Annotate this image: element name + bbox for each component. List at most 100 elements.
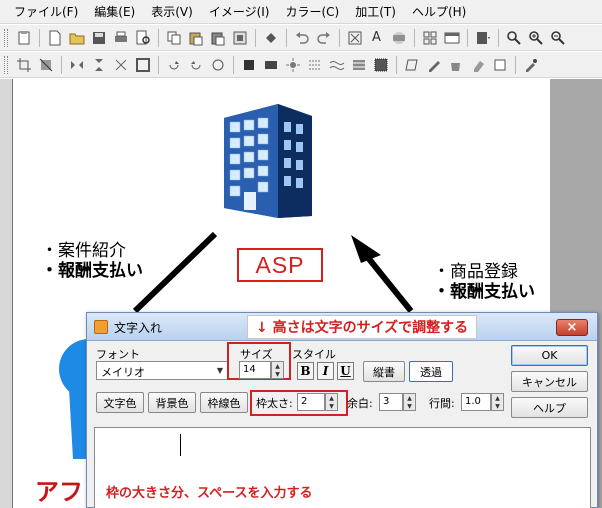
- text-color-button[interactable]: 文字色: [96, 392, 144, 413]
- toolbar-grip[interactable]: [4, 29, 8, 47]
- text-caret: [180, 434, 181, 456]
- line-spacing-input[interactable]: 1.0: [461, 393, 491, 411]
- italic-button[interactable]: I: [317, 362, 334, 380]
- spin-up-icon[interactable]: ▲: [495, 395, 500, 402]
- menu-view[interactable]: 表示(V): [143, 3, 201, 20]
- resize-icon[interactable]: [345, 28, 364, 47]
- left-gutter: [0, 79, 12, 508]
- margin-spinner[interactable]: ▲ ▼: [403, 393, 416, 411]
- text-input-area[interactable]: 枠の大きさ分、スペースを入力する: [94, 427, 591, 508]
- mirror-icon[interactable]: [111, 55, 130, 74]
- bucket-icon[interactable]: [446, 55, 465, 74]
- line-spacing-label: 行間:: [429, 397, 455, 410]
- shear-icon[interactable]: [402, 55, 421, 74]
- menu-process[interactable]: 加工(T): [347, 3, 404, 20]
- rotate-free-icon[interactable]: [208, 55, 227, 74]
- size-input[interactable]: 14: [239, 361, 271, 379]
- paste-new-icon[interactable]: [14, 28, 33, 47]
- trim-icon[interactable]: [230, 28, 249, 47]
- paste-into-icon[interactable]: [208, 28, 227, 47]
- redo-icon[interactable]: [314, 28, 333, 47]
- contrast-icon[interactable]: [261, 55, 280, 74]
- spin-up-icon[interactable]: ▲: [329, 395, 334, 402]
- frame-width-spinner[interactable]: ▲ ▼: [325, 393, 338, 411]
- frame-width-input[interactable]: 2: [297, 393, 325, 411]
- help-button[interactable]: ヘルプ: [511, 397, 588, 418]
- app-icon: [94, 320, 108, 334]
- copy-icon[interactable]: [164, 28, 183, 47]
- fill-icon[interactable]: [261, 28, 280, 47]
- close-button[interactable]: ×: [556, 319, 588, 336]
- margin-label: 余白:: [347, 397, 373, 410]
- main-toolbar: A: [0, 25, 602, 51]
- crop-icon[interactable]: [14, 55, 33, 74]
- spin-up-icon[interactable]: ▲: [275, 363, 280, 370]
- effects-toolbar: [0, 52, 602, 78]
- open-folder-icon[interactable]: [67, 28, 86, 47]
- auto-crop-icon[interactable]: [36, 55, 55, 74]
- dark-icon[interactable]: [239, 55, 258, 74]
- noise-icon[interactable]: [371, 55, 390, 74]
- spin-down-icon[interactable]: ▼: [275, 371, 280, 378]
- window-icon[interactable]: [442, 28, 461, 47]
- print-icon[interactable]: [111, 28, 130, 47]
- print-preview-icon[interactable]: [133, 28, 152, 47]
- bold-button[interactable]: B: [297, 362, 314, 380]
- margin-input[interactable]: 3: [379, 393, 403, 411]
- annotation-height: ↓ 高さは文字のサイズで調整する: [247, 315, 478, 339]
- paste-icon[interactable]: [186, 28, 205, 47]
- undo-icon[interactable]: [292, 28, 311, 47]
- font-select-value: メイリオ: [101, 366, 145, 379]
- menu-help[interactable]: ヘルプ(H): [404, 3, 474, 20]
- menu-image[interactable]: イメージ(I): [201, 3, 278, 20]
- zoom-out-icon[interactable]: [548, 28, 567, 47]
- save-icon[interactable]: [89, 28, 108, 47]
- ok-button[interactable]: OK: [511, 345, 588, 366]
- cancel-button[interactable]: キャンセル: [511, 371, 588, 392]
- new-file-icon[interactable]: [45, 28, 64, 47]
- rotate-minus-90-icon[interactable]: [186, 55, 205, 74]
- flip-vertical-icon[interactable]: [89, 55, 108, 74]
- zoom-in-icon[interactable]: [526, 28, 545, 47]
- text-insert-dialog: 文字入れ × ↓ 高さは文字のサイズで調整する フォント サイズ スタイル メイ…: [86, 312, 598, 508]
- spin-down-icon[interactable]: ▼: [329, 403, 334, 410]
- grid-icon[interactable]: [420, 28, 439, 47]
- flip-horizontal-icon[interactable]: [67, 55, 86, 74]
- lines-icon[interactable]: [389, 28, 408, 47]
- spin-down-icon[interactable]: ▼: [407, 403, 412, 410]
- border-color-button[interactable]: 枠線色: [200, 392, 248, 413]
- spin-up-icon[interactable]: ▲: [407, 395, 412, 402]
- transparent-button[interactable]: 透過: [409, 361, 453, 382]
- layer-dropdown-icon[interactable]: [473, 28, 492, 47]
- menu-edit[interactable]: 編集(E): [86, 3, 143, 20]
- line-spacing-spinner[interactable]: ▲ ▼: [491, 393, 504, 411]
- frame-icon[interactable]: [133, 55, 152, 74]
- color-swatch-icon[interactable]: [490, 55, 509, 74]
- background-color-button[interactable]: 背景色: [148, 392, 196, 413]
- menu-color[interactable]: カラー(C): [277, 3, 347, 20]
- pen-icon[interactable]: [424, 55, 443, 74]
- menu-file[interactable]: ファイル(F): [6, 3, 86, 20]
- mosaic-icon[interactable]: [305, 55, 324, 74]
- menu-bar: ファイル(F) 編集(E) 表示(V) イメージ(I) カラー(C) 加工(T)…: [0, 0, 602, 24]
- frame-width-label: 枠太さ:: [256, 397, 293, 410]
- annotation-space: 枠の大きさ分、スペースを入力する: [106, 486, 313, 501]
- style-label: スタイル: [292, 348, 336, 361]
- eyedropper-icon[interactable]: [521, 55, 540, 74]
- emboss-icon[interactable]: [349, 55, 368, 74]
- arrow-right-head: [351, 235, 381, 263]
- brightness-icon[interactable]: [283, 55, 302, 74]
- underline-button[interactable]: U: [337, 362, 354, 380]
- vertical-writing-button[interactable]: 縦書: [363, 361, 405, 382]
- rotate-90-icon[interactable]: [164, 55, 183, 74]
- size-spinner[interactable]: ▲ ▼: [271, 361, 284, 379]
- text-tool-icon[interactable]: A: [367, 28, 386, 47]
- eraser-icon[interactable]: [468, 55, 487, 74]
- font-select[interactable]: メイリオ ▼: [96, 361, 229, 380]
- spin-down-icon[interactable]: ▼: [495, 403, 500, 410]
- toolbar-grip[interactable]: [4, 56, 8, 74]
- zoom-dropdown-icon[interactable]: [504, 28, 523, 47]
- chevron-down-icon[interactable]: ▼: [214, 364, 226, 377]
- arrow-left-line: [132, 231, 218, 314]
- wave-icon[interactable]: [327, 55, 346, 74]
